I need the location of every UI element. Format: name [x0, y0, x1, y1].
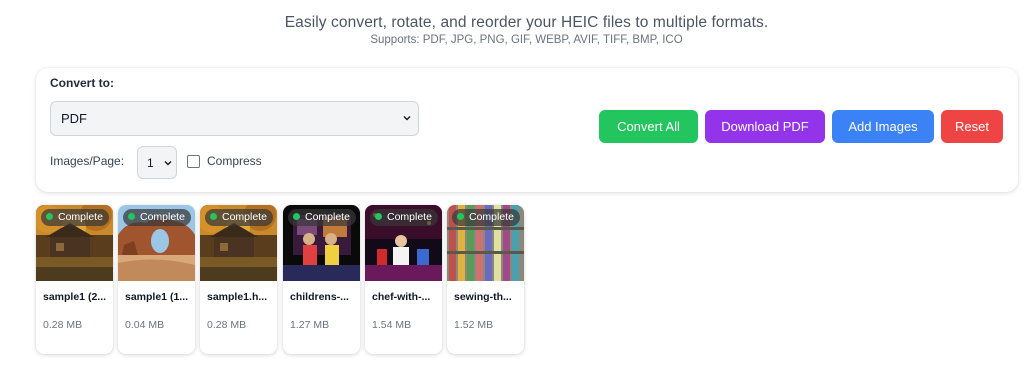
format-selected-value: PDF — [61, 111, 87, 126]
file-card[interactable]: Complete sewing-th... 1.52 MB — [447, 205, 524, 354]
file-size: 1.27 MB — [290, 319, 330, 331]
file-size: 0.04 MB — [125, 319, 165, 331]
supported-formats: Supports: PDF, JPG, PNG, GIF, WEBP, AVIF… — [370, 34, 683, 46]
status-text: Complete — [140, 211, 185, 223]
file-size: 0.28 MB — [207, 319, 247, 331]
file-size: 1.54 MB — [372, 319, 412, 331]
page-title: Easily convert, rotate, and reorder your… — [284, 14, 769, 31]
file-name: childrens-... — [290, 291, 349, 303]
status-text: Complete — [469, 211, 514, 223]
reset-button[interactable]: Reset — [941, 110, 1003, 143]
add-images-button[interactable]: Add Images — [832, 110, 934, 143]
compress-label[interactable]: Compress — [207, 154, 262, 168]
convert-all-button[interactable]: Convert All — [599, 110, 698, 143]
file-name: chef-with-... — [372, 291, 431, 303]
file-name: sewing-th... — [454, 291, 512, 303]
file-card[interactable]: Complete chef-with-... 1.54 MB — [365, 205, 442, 354]
status-badge: Complete — [370, 209, 438, 226]
status-badge: Complete — [452, 209, 520, 226]
status-dot-icon — [375, 213, 382, 220]
file-card[interactable]: Complete sample1 (2... 0.28 MB — [36, 205, 113, 354]
status-dot-icon — [128, 213, 135, 220]
file-name: sample1.h... — [207, 291, 268, 303]
controls-panel: Convert to: PDF Images/Page: 1 Compress … — [36, 68, 1018, 192]
file-card[interactable]: Complete sample1.h... 0.28 MB — [200, 205, 277, 354]
status-text: Complete — [58, 211, 103, 223]
file-size: 0.28 MB — [43, 319, 83, 331]
status-badge: Complete — [288, 209, 356, 226]
status-dot-icon — [210, 213, 217, 220]
file-card[interactable]: Complete sample1 (1... 0.04 MB — [118, 205, 195, 354]
images-per-page-value: 1 — [147, 156, 154, 170]
status-text: Complete — [387, 211, 432, 223]
status-badge: Complete — [123, 209, 191, 226]
compress-checkbox[interactable] — [187, 155, 200, 168]
status-dot-icon — [46, 213, 53, 220]
download-pdf-button[interactable]: Download PDF — [705, 110, 825, 143]
status-text: Complete — [305, 211, 350, 223]
convert-to-label: Convert to: — [50, 76, 114, 90]
format-select[interactable]: PDF — [50, 101, 419, 136]
file-card[interactable]: Complete childrens-... 1.27 MB — [283, 205, 360, 354]
file-name: sample1 (1... — [125, 291, 189, 303]
images-per-page-select[interactable]: 1 — [137, 146, 177, 179]
page-header: Easily convert, rotate, and reorder your… — [0, 14, 1024, 46]
status-badge: Complete — [41, 209, 109, 226]
status-dot-icon — [457, 213, 464, 220]
file-size: 1.52 MB — [454, 319, 494, 331]
images-per-page-label: Images/Page: — [50, 154, 125, 168]
status-text: Complete — [222, 211, 267, 223]
status-badge: Complete — [205, 209, 273, 226]
chevron-down-icon — [164, 159, 172, 167]
chevron-down-icon — [403, 114, 411, 122]
status-dot-icon — [293, 213, 300, 220]
file-name: sample1 (2... — [43, 291, 107, 303]
